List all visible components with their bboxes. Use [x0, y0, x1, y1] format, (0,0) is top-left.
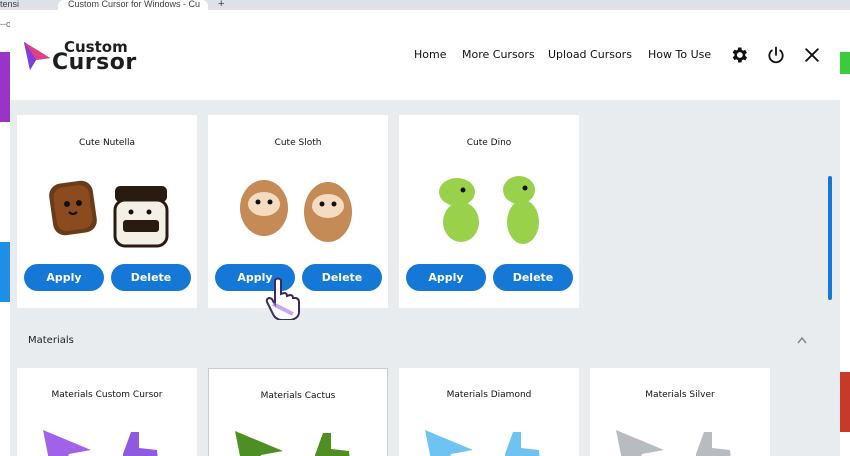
sloth-cursor-image [240, 180, 352, 242]
material-pack-card: Materials Custom Cursor [17, 368, 197, 456]
nav-home[interactable]: Home [414, 48, 446, 61]
pack-title: Cute Dino [466, 138, 512, 148]
custom-cursor-popup: Custom Cursor Home More Cursors Upload C… [10, 10, 840, 456]
popup-header: Custom Cursor Home More Cursors Upload C… [10, 10, 840, 100]
browser-tab-label: Custom Cursor for Windows - Cu [68, 0, 201, 9]
material-pack-card: Materials Diamond [399, 368, 579, 456]
dino-cursor-image [439, 176, 539, 244]
cursor-pack-card: Cute Nutella Apply Delete [17, 115, 197, 308]
url-text: --c [0, 19, 11, 29]
popup-content: Cute Nutella Apply Delete Cute Sloth App… [10, 100, 840, 456]
background-page-left [0, 42, 10, 456]
pack-title: Cute Sloth [274, 138, 322, 148]
diamond-cursor-image [425, 430, 540, 456]
pack-title: Materials Cactus [260, 391, 336, 401]
material-pack-card: Materials Cactus [208, 368, 388, 456]
nav-upload-cursors[interactable]: Upload Cursors [548, 48, 632, 61]
delete-button[interactable]: Delete [111, 264, 191, 291]
chevron-up-icon[interactable] [797, 336, 807, 344]
logo-text-bottom: Cursor [52, 50, 137, 75]
browser-tabstrip: tensi Custom Cursor for Windows - Cu + [0, 0, 850, 10]
materials-cursor-image [43, 430, 158, 456]
close-icon[interactable] [802, 45, 822, 65]
pack-title: Materials Silver [645, 390, 715, 400]
browser-tab-active[interactable]: Custom Cursor for Windows - Cu [58, 0, 208, 10]
pack-title: Materials Diamond [446, 390, 532, 400]
browser-tab-label: tensi [0, 0, 20, 9]
nav-how-to-use[interactable]: How To Use [648, 48, 711, 61]
pack-title: Cute Nutella [79, 138, 135, 148]
apply-button[interactable]: Apply [406, 264, 486, 291]
pack-title: Materials Custom Cursor [51, 390, 163, 400]
new-tab-button[interactable]: + [218, 0, 230, 10]
silver-cursor-image [616, 430, 731, 456]
power-icon[interactable] [766, 45, 786, 65]
delete-button[interactable]: Delete [302, 264, 382, 291]
nav-more-cursors[interactable]: More Cursors [462, 48, 535, 61]
logo[interactable]: Custom Cursor [22, 38, 142, 76]
background-page-right [840, 42, 850, 456]
section-title: Materials [28, 335, 74, 346]
gear-icon[interactable] [729, 45, 749, 65]
scrollbar-thumb[interactable] [828, 176, 832, 300]
apply-button[interactable]: Apply [24, 264, 104, 291]
cursor-pack-card: Cute Dino Apply Delete [399, 115, 579, 308]
logo-arrow-icon [24, 42, 50, 70]
new-tab-label: + [218, 0, 225, 10]
material-pack-card: Materials Silver [590, 368, 770, 456]
hand-cursor-icon [265, 277, 300, 320]
browser-tab[interactable]: tensi [0, 0, 50, 10]
nutella-cursor-image [49, 180, 169, 248]
cactus-cursor-image [235, 431, 350, 456]
delete-button[interactable]: Delete [493, 264, 573, 291]
